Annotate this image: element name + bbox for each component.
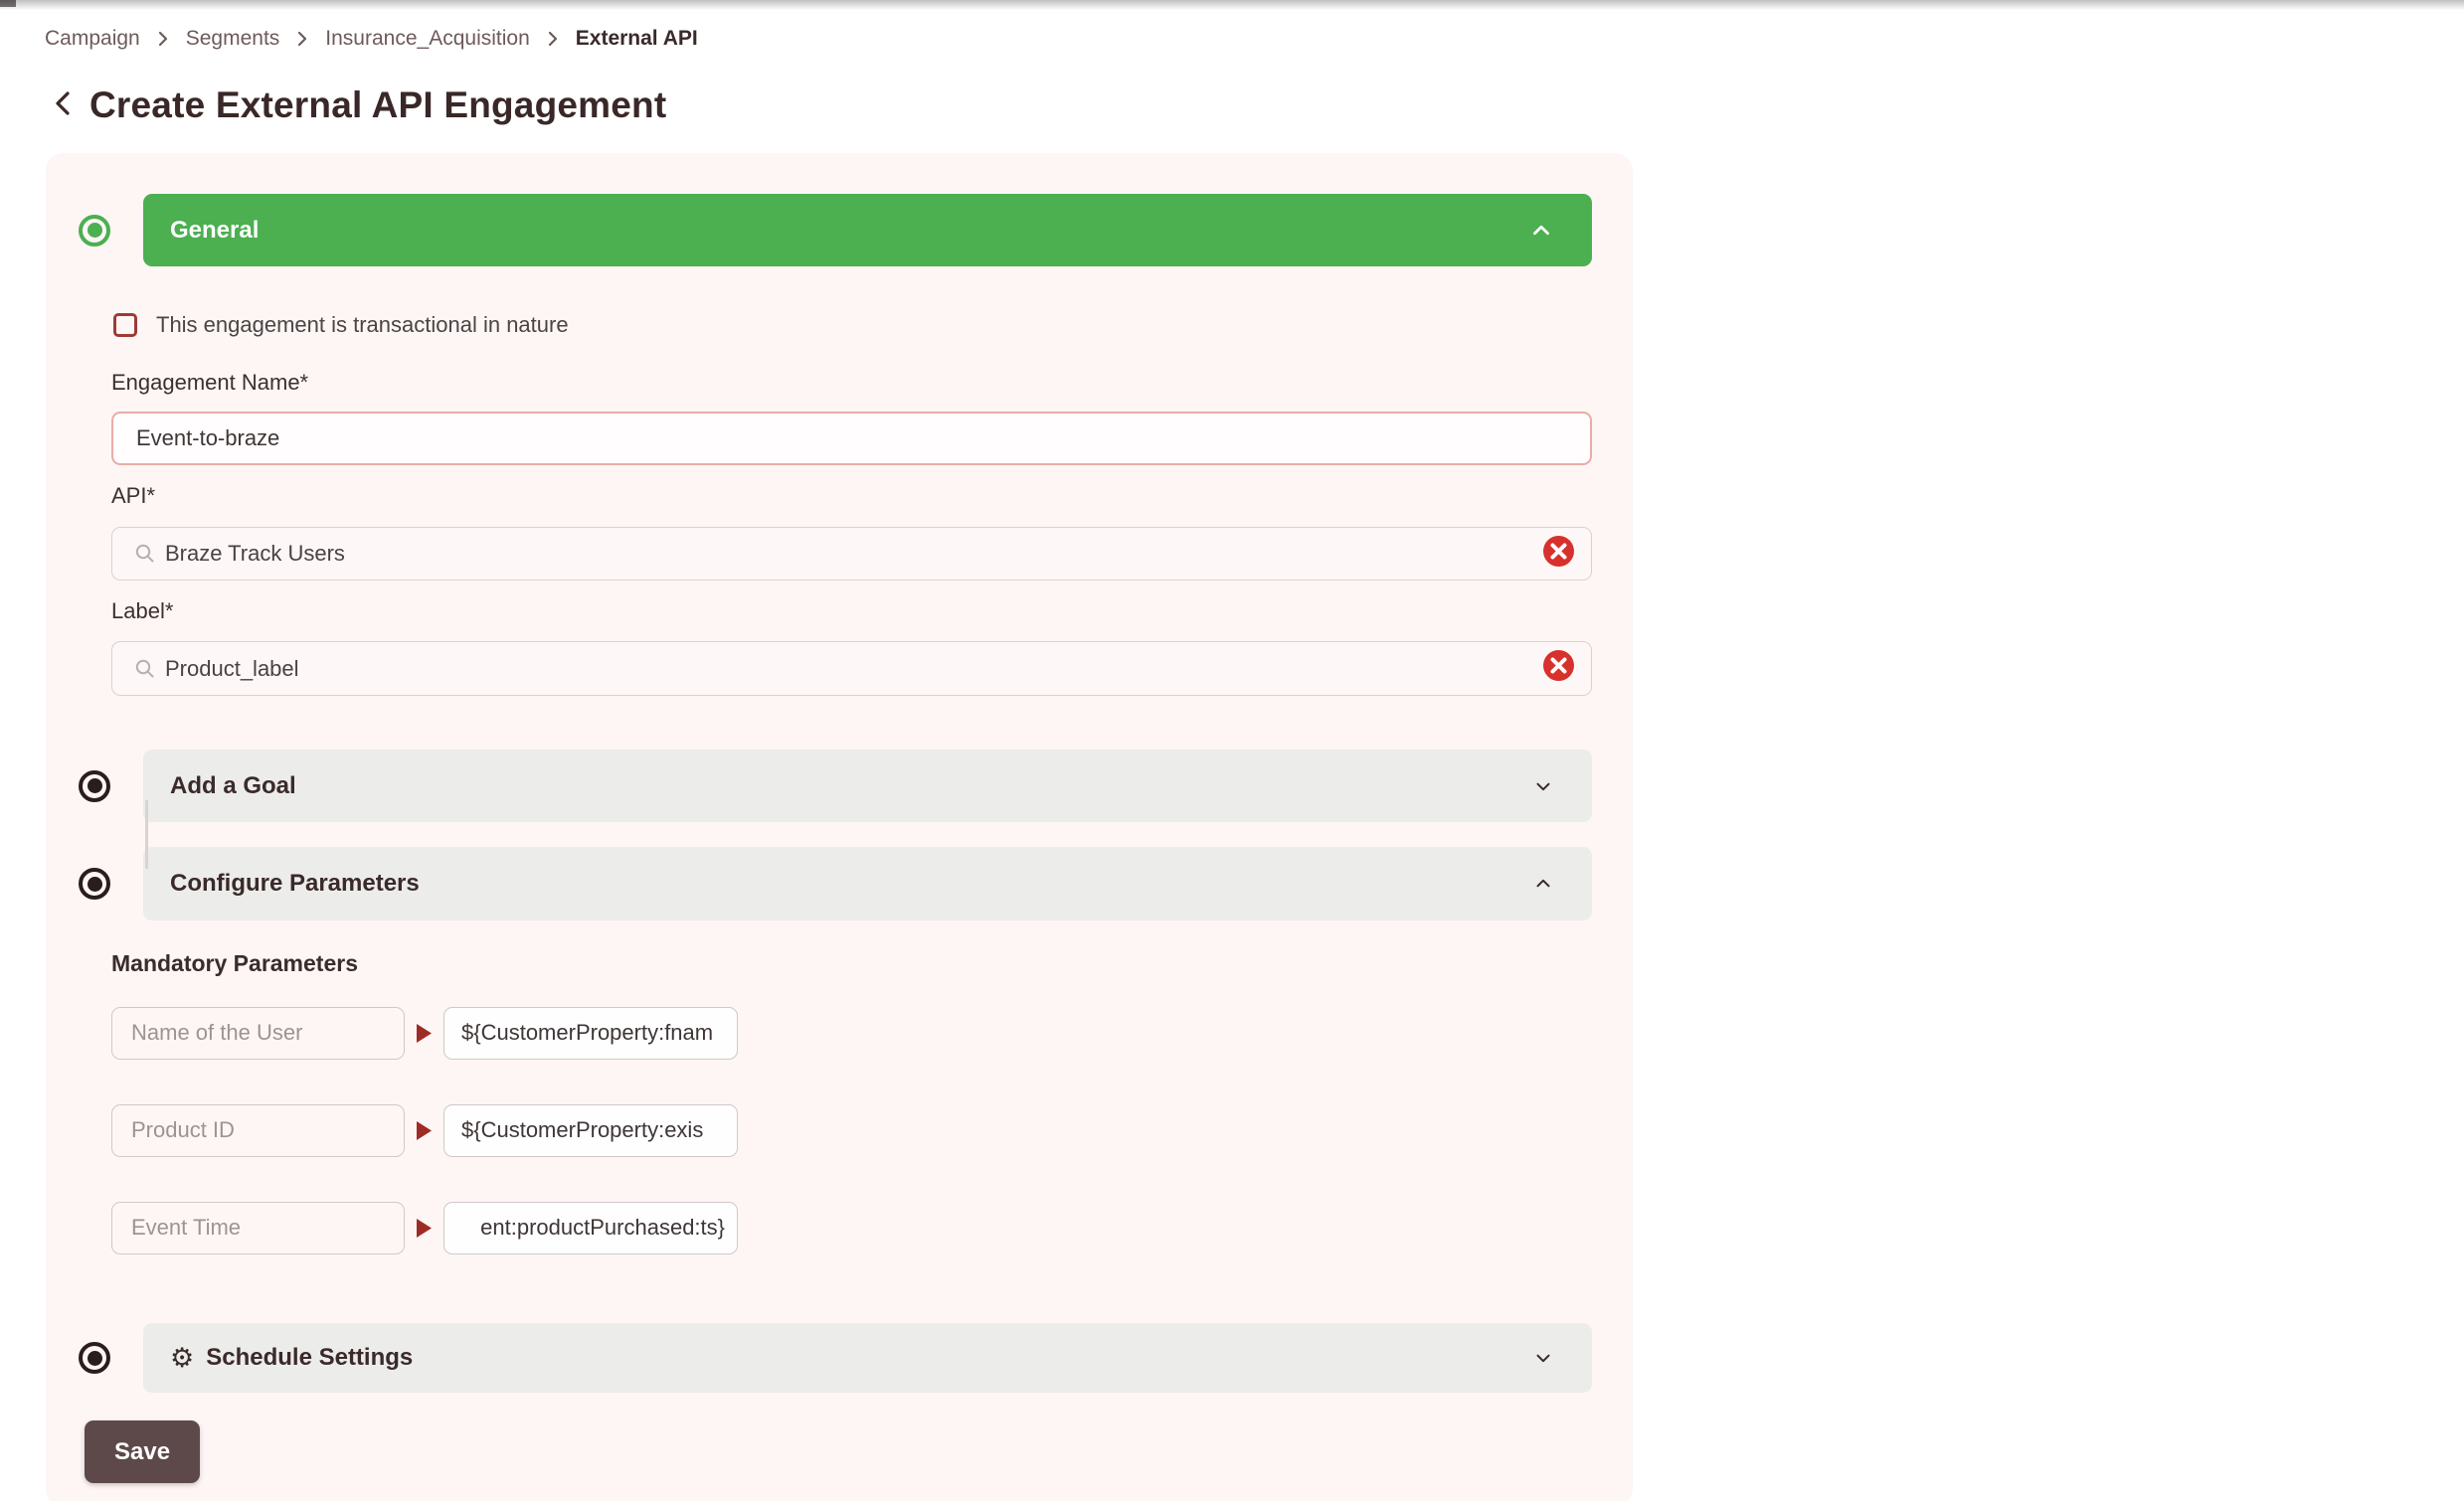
parameter-name-text: Name of the User [131, 1020, 302, 1046]
chevron-right-icon [296, 30, 308, 48]
schedule-section-title: Schedule Settings [206, 1344, 413, 1372]
general-section-row: General [46, 194, 1633, 266]
parameter-name-text: Product ID [131, 1117, 235, 1143]
parameter-value-input[interactable]: ${CustomerProperty:exis [443, 1104, 738, 1157]
radio-dot [88, 1351, 102, 1366]
engagement-name-value: Event-to-braze [136, 425, 279, 451]
add-goal-section-title: Add a Goal [170, 772, 296, 800]
parameter-value-input[interactable]: ${CustomerProperty:fnam [443, 1007, 738, 1060]
back-button[interactable] [52, 87, 74, 124]
engagement-name-input[interactable]: Event-to-braze [111, 412, 1592, 465]
circle-x-icon [1542, 649, 1575, 688]
api-selected-value: Braze Track Users [165, 541, 345, 567]
api-clear-button[interactable] [1542, 535, 1575, 574]
general-step-radio[interactable] [79, 215, 110, 247]
parameter-name-text: Event Time [131, 1215, 241, 1241]
add-goal-section-header[interactable]: Add a Goal [143, 750, 1592, 822]
label-clear-button[interactable] [1542, 649, 1575, 688]
configure-parameters-step-rail [46, 868, 143, 900]
add-goal-step-rail [46, 770, 143, 802]
api-select-input[interactable]: Braze Track Users [111, 527, 1592, 581]
page-title: Create External API Engagement [89, 84, 666, 126]
transactional-checkbox-label: This engagement is transactional in natu… [156, 312, 569, 338]
save-button[interactable]: Save [85, 1420, 200, 1483]
search-icon [133, 542, 157, 566]
schedule-step-rail [46, 1342, 143, 1374]
parameter-name-input[interactable]: Name of the User [111, 1007, 405, 1060]
chevron-up-icon [1532, 873, 1554, 895]
label-selected-value: Product_label [165, 656, 299, 682]
parameter-name-input[interactable]: Product ID [111, 1104, 405, 1157]
chevron-right-icon [157, 30, 169, 48]
add-goal-section-row: Add a Goal [46, 750, 1633, 822]
add-goal-step-radio[interactable] [79, 770, 110, 802]
label-field-label: Label* [111, 598, 1592, 624]
api-label: API* [111, 483, 1592, 509]
breadcrumb: Campaign Segments Insurance_Acquisition … [0, 0, 2464, 51]
parameter-value-text: ent:productPurchased:ts} [480, 1215, 725, 1241]
chevron-right-icon [547, 30, 559, 48]
chevron-down-icon [1532, 1347, 1554, 1369]
configure-parameters-section-header[interactable]: Configure Parameters [143, 847, 1592, 920]
search-icon [133, 657, 157, 681]
breadcrumb-insurance-acquisition[interactable]: Insurance_Acquisition [325, 27, 529, 51]
breadcrumb-campaign[interactable]: Campaign [45, 27, 140, 51]
radio-dot [88, 223, 102, 238]
parameter-name-input[interactable]: Event Time [111, 1202, 405, 1254]
circle-x-icon [1542, 535, 1575, 574]
engagement-name-label: Engagement Name* [111, 370, 1592, 396]
configure-parameters-section-row: Configure Parameters [46, 847, 1633, 920]
chevron-down-icon [1532, 775, 1554, 797]
general-section-title: General [170, 217, 259, 245]
parameter-row: Event Time ent:productPurchased:ts} [111, 1201, 1592, 1254]
general-step-rail [46, 215, 143, 247]
label-select-input[interactable]: Product_label [111, 641, 1592, 696]
parameter-value-text: ${CustomerProperty:fnam [461, 1020, 713, 1046]
chevron-left-icon [52, 87, 74, 124]
arrow-right-icon [405, 1120, 443, 1141]
radio-dot [88, 778, 102, 793]
configure-parameters-section-title: Configure Parameters [170, 870, 420, 898]
engagement-form-panel: General This engagement is transactional… [46, 153, 1633, 1501]
radio-dot [88, 877, 102, 892]
transactional-checkbox-row: This engagement is transactional in natu… [111, 311, 1592, 339]
arrow-right-icon [405, 1218, 443, 1239]
parameter-row: Product ID ${CustomerProperty:exis [111, 1103, 1592, 1157]
parameter-value-text: ${CustomerProperty:exis [461, 1117, 703, 1143]
breadcrumb-segments[interactable]: Segments [186, 27, 280, 51]
step-connector [46, 822, 1633, 847]
chevron-up-icon [1528, 218, 1554, 244]
parameter-row: Name of the User ${CustomerProperty:fnam [111, 1006, 1592, 1060]
parameter-value-input[interactable]: ent:productPurchased:ts} [443, 1202, 738, 1254]
gear-clock-icon: ⚙ [170, 1345, 194, 1372]
arrow-right-icon [405, 1023, 443, 1044]
breadcrumb-external-api: External API [576, 27, 698, 51]
transactional-checkbox[interactable] [113, 313, 137, 337]
mandatory-parameters-label: Mandatory Parameters [111, 950, 1592, 976]
configure-parameters-step-radio[interactable] [79, 868, 110, 900]
schedule-step-radio[interactable] [79, 1342, 110, 1374]
general-section-header[interactable]: General [143, 194, 1592, 266]
schedule-section-header[interactable]: ⚙ Schedule Settings [143, 1323, 1592, 1393]
schedule-section-row: ⚙ Schedule Settings [46, 1323, 1633, 1393]
